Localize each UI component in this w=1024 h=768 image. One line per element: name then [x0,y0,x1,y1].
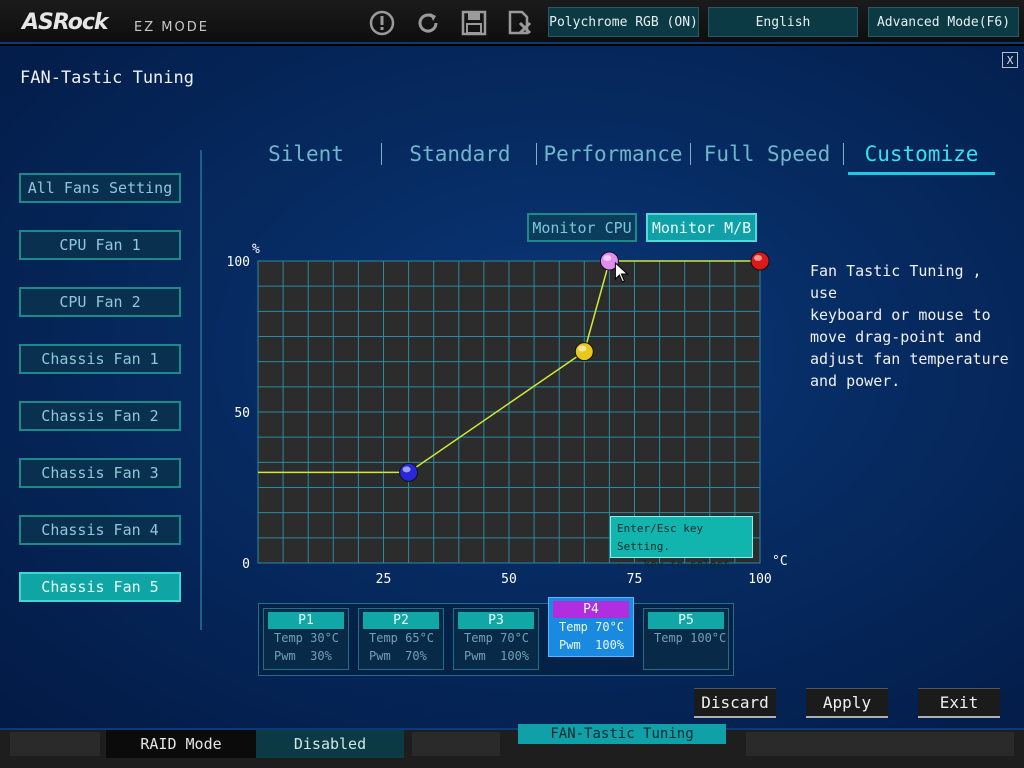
fan-tastic-panel: FAN-Tastic Tuning X All Fans Setting CPU… [0,46,1024,728]
polychrome-rgb-button[interactable]: Polychrome RGB (ON) [548,7,699,37]
point-card-pwm: Pwm 70% [369,649,427,663]
bottom-bar-segment [412,732,500,756]
drag-point-highlight [402,466,411,473]
raid-mode-value[interactable]: Disabled [256,730,404,758]
drag-point-highlight [603,255,612,261]
drag-point-highlight [754,255,762,261]
key-hint-line-1: Enter/Esc key Setting. [617,522,704,553]
apply-button[interactable]: Apply [806,688,888,718]
x-tick-label: 25 [376,572,392,587]
discard-icon[interactable] [505,8,535,38]
point-card-temp: Temp 65°C [369,631,435,645]
refresh-icon[interactable] [413,8,443,38]
point-card-label: P5 [648,612,724,629]
point-card-label: P3 [458,612,534,629]
point-card-temp: Temp 30°C [274,631,340,645]
x-tick-label: 100 [748,572,771,587]
point-card-p1[interactable]: P1 Temp 30°C Pwm 30% [263,608,349,670]
asrock-logo: ASRock [22,10,109,35]
fan-tastic-tab[interactable]: FAN-Tastic Tuning [518,724,726,744]
point-card-pwm: Pwm 30% [274,649,332,663]
bottom-bar-segment [10,732,100,756]
key-hint-tooltip: Enter/Esc key Setting. ← → key to select… [610,516,753,571]
drag-point-p1[interactable] [399,462,419,482]
point-card-pwm: Pwm 100% [464,649,530,663]
discard-button[interactable]: Discard [694,688,776,718]
point-card-temp: Temp 100°C [654,631,727,645]
help-description: Fan Tastic Tuning , use keyboard or mous… [810,262,1009,390]
point-card-p2[interactable]: P2 Temp 65°C Pwm 70% [358,608,444,670]
point-card-temp: Temp 70°C [559,620,625,634]
point-card-label: P1 [268,612,344,629]
save-icon[interactable] [459,8,489,38]
bottom-bar: RAID Mode Disabled FAN-Tastic Tuning [0,724,1024,768]
y-tick-label: 100 [227,255,250,270]
point-card-p3[interactable]: P3 Temp 70°C Pwm 100% [453,608,539,670]
point-card-label: P4 [553,601,629,618]
drag-point-p2[interactable] [574,342,594,362]
point-card-p5[interactable]: P5 Temp 100°C [643,608,729,670]
y-tick-label: 0 [242,557,250,572]
x-axis-unit: °C [772,554,788,569]
point-card-pwm: Pwm 100% [559,638,625,652]
mode-label: EZ MODE [134,20,209,35]
bottom-bar-segment [746,732,1014,756]
info-icon[interactable] [367,8,397,38]
advanced-mode-button[interactable]: Advanced Mode(F6) [868,7,1019,37]
drag-point-highlight [578,345,587,352]
language-button[interactable]: English [708,7,858,37]
y-tick-label: 50 [234,406,250,421]
key-hint-line-2: ← → key to select. [617,558,737,571]
exit-button[interactable]: Exit [918,688,1000,718]
point-card-p4[interactable]: P4 Temp 70°C Pwm 100% [548,597,634,657]
x-tick-label: 75 [627,572,643,587]
point-card-label: P2 [363,612,439,629]
point-card-temp: Temp 70°C [464,631,530,645]
y-axis-unit: % [252,242,260,257]
raid-mode-label: RAID Mode [106,730,256,758]
top-bar: ASRock EZ MODE Polychrome RGB (ON) Engli… [0,0,1024,44]
x-tick-label: 50 [501,572,517,587]
drag-point-p5[interactable] [750,251,770,271]
